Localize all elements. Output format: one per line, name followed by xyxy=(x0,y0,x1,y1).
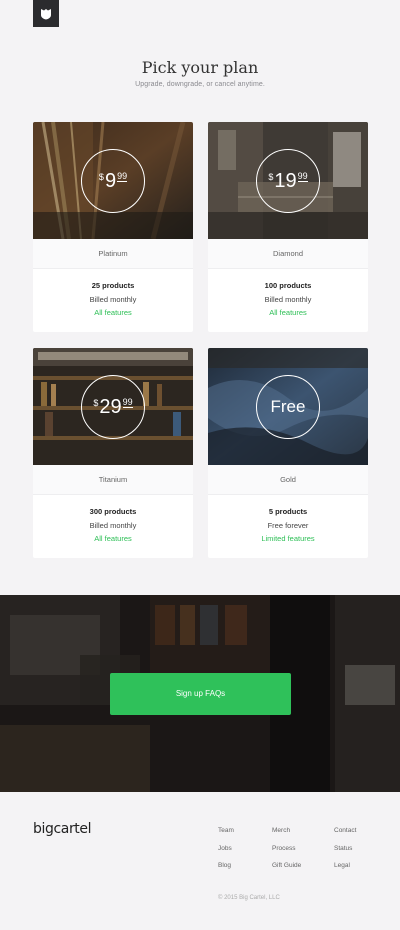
price-amount: 29 xyxy=(99,395,122,418)
plan-card-platinum[interactable]: $ 9 99 Platinum 25 products Billed month… xyxy=(33,122,193,332)
footer-column-3: Contact Status Legal xyxy=(334,827,356,881)
price-free: Free xyxy=(270,397,306,416)
plan-card-diamond[interactable]: $ 19 99 Diamond 100 products Billed mont… xyxy=(208,122,368,332)
plan-products: 25 products xyxy=(91,281,135,290)
price-amount: 19 xyxy=(274,169,297,192)
footer-logo[interactable]: bigcartel xyxy=(33,821,91,837)
footer: bigcartel Team Jobs Blog Merch Process G… xyxy=(0,792,400,930)
price-badge: $ 9 99 xyxy=(81,149,145,213)
price-currency: $ xyxy=(98,172,104,182)
footer-link-contact[interactable]: Contact xyxy=(334,827,356,835)
plan-name: Gold xyxy=(208,465,368,495)
plan-image-workshop: $ 19 99 xyxy=(208,122,368,239)
price-currency: $ xyxy=(93,398,99,408)
plan-name: Titanium xyxy=(33,465,193,495)
footer-link-process[interactable]: Process xyxy=(272,845,301,853)
footer-link-jobs[interactable]: Jobs xyxy=(218,845,234,853)
price-amount: 9 xyxy=(104,169,117,192)
footer-link-merch[interactable]: Merch xyxy=(272,827,301,835)
plan-billing: Free forever xyxy=(267,521,309,530)
plan-products: 5 products xyxy=(268,507,308,516)
plan-name: Platinum xyxy=(33,239,193,269)
plan-billing: Billed monthly xyxy=(264,295,312,304)
plan-features-link[interactable]: Limited features xyxy=(208,534,368,543)
footer-link-team[interactable]: Team xyxy=(218,827,234,835)
plan-billing: Billed monthly xyxy=(89,295,137,304)
plan-card-gold[interactable]: Free Gold 5 products Free forever Limite… xyxy=(208,348,368,558)
bigcartel-shield-icon xyxy=(41,8,51,19)
footer-link-blog[interactable]: Blog xyxy=(218,862,234,870)
plan-billing: Billed monthly xyxy=(89,521,137,530)
bigcartel-logo-button[interactable] xyxy=(33,0,59,27)
price-badge: $ 29 99 xyxy=(81,375,145,439)
footer-link-legal[interactable]: Legal xyxy=(334,862,356,870)
price-badge: Free xyxy=(256,375,320,439)
plan-products: 300 products xyxy=(89,507,137,516)
footer-column-1: Team Jobs Blog xyxy=(218,827,234,881)
plan-products: 100 products xyxy=(264,281,312,290)
plan-image-fabric: Free xyxy=(208,348,368,465)
copyright-text: © 2015 Big Cartel, LLC xyxy=(218,895,280,901)
plan-card-titanium[interactable]: $ 29 99 Titanium 300 products Billed mon… xyxy=(33,348,193,558)
plan-name: Diamond xyxy=(208,239,368,269)
plan-features-link[interactable]: All features xyxy=(33,308,193,317)
plan-features-link[interactable]: All features xyxy=(33,534,193,543)
price-cents: 99 xyxy=(122,397,133,408)
signup-faqs-button[interactable]: Sign up FAQs xyxy=(110,673,291,715)
footer-link-status[interactable]: Status xyxy=(334,845,356,853)
signup-banner: Sign up FAQs xyxy=(0,595,400,792)
price-cents: 99 xyxy=(297,171,308,182)
footer-column-2: Merch Process Gift Guide xyxy=(272,827,301,881)
plan-image-shelves: $ 29 99 xyxy=(33,348,193,465)
footer-link-gift-guide[interactable]: Gift Guide xyxy=(272,862,301,870)
price-cents: 99 xyxy=(117,171,128,182)
plan-image-brushes: $ 9 99 xyxy=(33,122,193,239)
price-badge: $ 19 99 xyxy=(256,149,320,213)
plan-features-link[interactable]: All features xyxy=(208,308,368,317)
price-currency: $ xyxy=(268,172,274,182)
page-title: Pick your plan xyxy=(141,58,259,77)
page-subtitle: Upgrade, downgrade, or cancel anytime. xyxy=(135,81,265,88)
